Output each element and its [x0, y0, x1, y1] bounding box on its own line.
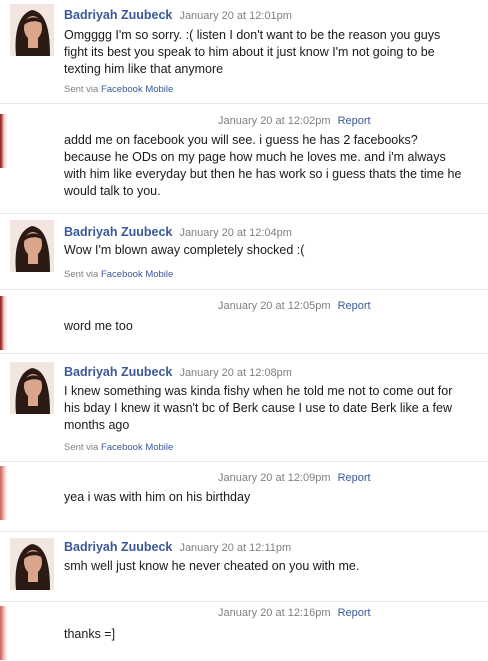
message-timestamp: January 20 at 12:01pm [179, 10, 292, 22]
avatar[interactable] [0, 606, 8, 660]
author-name[interactable]: Badriyah Zuubeck [64, 8, 172, 22]
message-header: Badriyah Zuubeck January 20 at 12:08pm [64, 365, 292, 379]
message-header: Badriyah Zuubeck January 20 at 12:11pm [64, 540, 291, 554]
message-item: Badriyah Zuubeck January 20 at 12:01pm O… [0, 0, 488, 104]
message-body: Omgggg I'm so sorry. :( listen I don't w… [64, 28, 441, 76]
message-header: Badriyah Zuubeck January 20 at 12:01pm [64, 8, 292, 22]
report-link[interactable]: Report [338, 115, 371, 127]
report-link[interactable]: Report [338, 300, 371, 312]
message-body: thanks =] [64, 627, 116, 641]
message-body: smh well just know he never cheated on y… [64, 559, 360, 573]
message-header: January 20 at 12:16pm Report [218, 607, 371, 619]
avatar[interactable] [0, 296, 8, 350]
report-link[interactable]: Report [338, 607, 371, 619]
message-body: yea i was with him on his birthday [64, 490, 251, 504]
sent-via: Sent via Facebook Mobile [64, 269, 173, 280]
message-item: Badriyah Zuubeck January 20 at 12:08pm I… [0, 354, 488, 462]
message-item: January 20 at 12:05pm Report word me too [0, 290, 488, 354]
message-timestamp: January 20 at 12:16pm [218, 607, 331, 619]
message-body: I knew something was kinda fishy when he… [64, 384, 453, 432]
message-item: Badriyah Zuubeck January 20 at 12:11pm s… [0, 532, 488, 602]
sent-via-label: Sent via [64, 84, 99, 95]
author-name[interactable]: Badriyah Zuubeck [64, 365, 172, 379]
author-name[interactable]: Badriyah Zuubeck [64, 225, 172, 239]
message-timestamp: January 20 at 12:04pm [179, 227, 292, 239]
sent-via-label: Sent via [64, 442, 99, 453]
message-timestamp: January 20 at 12:09pm [218, 472, 331, 484]
message-body: word me too [64, 319, 133, 333]
message-item: January 20 at 12:02pm Report addd me on … [0, 104, 488, 214]
sent-via-label: Sent via [64, 269, 99, 280]
message-body: addd me on facebook you will see. i gues… [64, 133, 462, 198]
sent-via: Sent via Facebook Mobile [64, 442, 173, 453]
sent-via: Sent via Facebook Mobile [64, 84, 173, 95]
message-header: January 20 at 12:09pm Report [218, 472, 371, 484]
message-header: January 20 at 12:02pm Report [218, 115, 371, 127]
avatar[interactable] [0, 466, 8, 520]
report-link[interactable]: Report [338, 472, 371, 484]
avatar[interactable] [10, 362, 54, 414]
message-timestamp: January 20 at 12:11pm [179, 542, 292, 554]
avatar[interactable] [10, 538, 54, 590]
avatar[interactable] [10, 220, 54, 272]
message-header: Badriyah Zuubeck January 20 at 12:04pm [64, 225, 292, 239]
message-body: Wow I'm blown away completely shocked :( [64, 243, 305, 257]
avatar[interactable] [10, 4, 54, 56]
message-timestamp: January 20 at 12:08pm [179, 367, 292, 379]
message-item: Badriyah Zuubeck January 20 at 12:04pm W… [0, 214, 488, 290]
sent-via-link[interactable]: Facebook Mobile [101, 84, 173, 95]
message-thread: Badriyah Zuubeck January 20 at 12:01pm O… [0, 0, 488, 661]
author-name[interactable]: Badriyah Zuubeck [64, 540, 172, 554]
message-timestamp: January 20 at 12:05pm [218, 300, 331, 312]
message-item: January 20 at 12:16pm Report thanks =] [0, 602, 488, 661]
avatar[interactable] [0, 114, 8, 168]
message-item: January 20 at 12:09pm Report yea i was w… [0, 462, 488, 532]
message-header: January 20 at 12:05pm Report [218, 300, 371, 312]
sent-via-link[interactable]: Facebook Mobile [101, 442, 173, 453]
message-timestamp: January 20 at 12:02pm [218, 115, 331, 127]
sent-via-link[interactable]: Facebook Mobile [101, 269, 173, 280]
